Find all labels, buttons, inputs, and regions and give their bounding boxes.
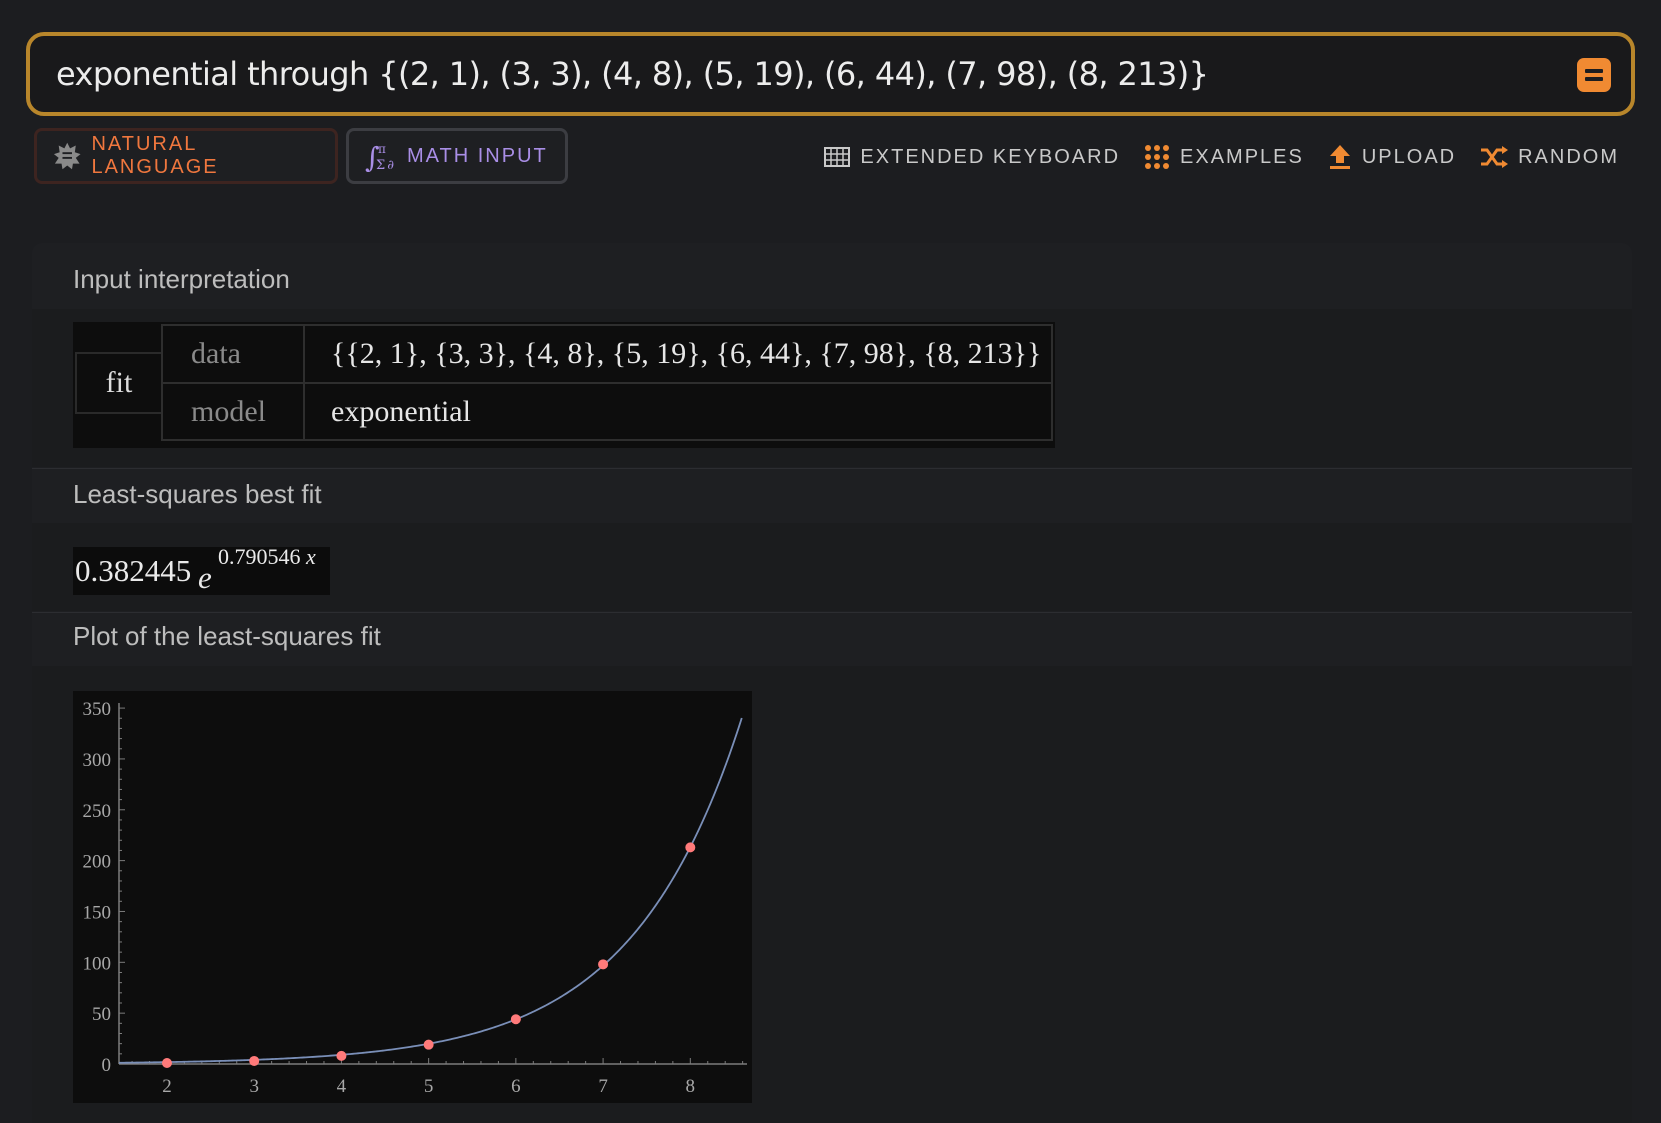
spiky-icon: [53, 142, 81, 170]
pod-title-best-fit: Least-squares best fit: [73, 479, 322, 509]
upload-button[interactable]: UPLOAD: [1328, 143, 1456, 171]
math-input-label: MATH INPUT: [407, 144, 548, 167]
math-input-button[interactable]: ∫ π Σ∂ MATH INPUT: [346, 128, 568, 184]
results-panel: Input interpretation fit data {{2, 1}, {…: [32, 243, 1632, 1123]
pod-title-plot: Plot of the least-squares fit: [73, 621, 381, 651]
upload-label: UPLOAD: [1361, 145, 1457, 168]
data-point: [336, 1050, 347, 1061]
search-box[interactable]: exponential through {(2, 1), (3, 3), (4,…: [26, 32, 1635, 116]
equals-icon: [1585, 69, 1603, 73]
y-tick-label: 0: [102, 1055, 112, 1076]
y-tick-label: 150: [83, 902, 112, 923]
math-symbols-icon: ∫ π Σ∂: [365, 141, 396, 172]
fit-plot-svg: 0 50 100 150 200 250 300 350 2 3 4 5 6 7 8: [83, 699, 747, 1097]
fit-base: e: [198, 560, 212, 595]
best-fit-formula: 0.382445 e 0.790546 x: [73, 544, 330, 595]
data-label: data: [191, 337, 241, 370]
divider: [32, 612, 1632, 613]
data-point: [249, 1055, 260, 1066]
random-button[interactable]: RANDOM: [1480, 143, 1619, 171]
svg-text:π: π: [378, 142, 388, 156]
y-tick-label: 300: [83, 750, 112, 771]
y-tick-label: 350: [83, 699, 112, 720]
natural-language-button[interactable]: NATURAL LANGUAGE: [34, 128, 338, 184]
x-tick-label: 3: [249, 1076, 259, 1097]
x-tick-label: 8: [686, 1076, 696, 1097]
data-point: [510, 1014, 521, 1025]
y-tick-label: 250: [83, 801, 112, 822]
dots-grid-icon: [1145, 145, 1170, 169]
y-tick-label: 200: [83, 852, 112, 873]
compute-button[interactable]: [1577, 58, 1611, 92]
fit-coefficient: 0.382445: [75, 553, 192, 588]
fit-curve-line: [118, 717, 743, 1064]
data-value: {{2, 1}, {3, 3}, {4, 8}, {5, 19}, {6, 44…: [331, 337, 1042, 370]
toolbar: EXTENDED KEYBOARD EXAMPLES UPLOAD RANDOM: [824, 143, 1619, 171]
natural-language-label: NATURAL LANGUAGE: [91, 133, 219, 178]
svg-text:Σ∂: Σ∂: [376, 158, 396, 172]
x-tick-label: 6: [511, 1076, 520, 1097]
extended-keyboard-button[interactable]: EXTENDED KEYBOARD: [824, 143, 1120, 171]
keyboard-icon: [824, 147, 851, 167]
y-tick-label: 50: [92, 1004, 111, 1025]
data-point: [598, 959, 609, 970]
x-tick-label: 2: [162, 1076, 172, 1097]
data-point: [685, 842, 696, 853]
y-tick-label: 100: [83, 953, 112, 974]
pod-title-input-interpretation: Input interpretation: [73, 264, 290, 294]
random-label: RANDOM: [1518, 145, 1619, 168]
model-value: exponential: [331, 394, 471, 428]
shuffle-icon: [1481, 146, 1509, 168]
fit-exponent: 0.790546 x: [218, 544, 316, 569]
fit-plot: 0 50 100 150 200 250 300 350 2 3 4 5 6 7 8: [73, 691, 752, 1103]
x-tick-label: 5: [424, 1076, 434, 1097]
data-point: [423, 1039, 434, 1050]
search-input[interactable]: exponential through {(2, 1), (3, 3), (4,…: [56, 36, 1536, 112]
examples-button[interactable]: EXAMPLES: [1144, 143, 1304, 171]
extended-keyboard-label: EXTENDED KEYBOARD: [860, 145, 1121, 168]
upload-icon: [1329, 145, 1350, 169]
examples-label: EXAMPLES: [1180, 145, 1304, 168]
x-tick-label: 4: [337, 1076, 347, 1097]
model-label: model: [191, 394, 266, 428]
x-tick-label: 7: [598, 1076, 608, 1097]
data-point: [161, 1057, 172, 1068]
divider: [32, 468, 1632, 469]
fit-label: fit: [75, 352, 163, 414]
interpretation-table: fit data {{2, 1}, {3, 3}, {4, 8}, {5, 19…: [73, 322, 1055, 448]
